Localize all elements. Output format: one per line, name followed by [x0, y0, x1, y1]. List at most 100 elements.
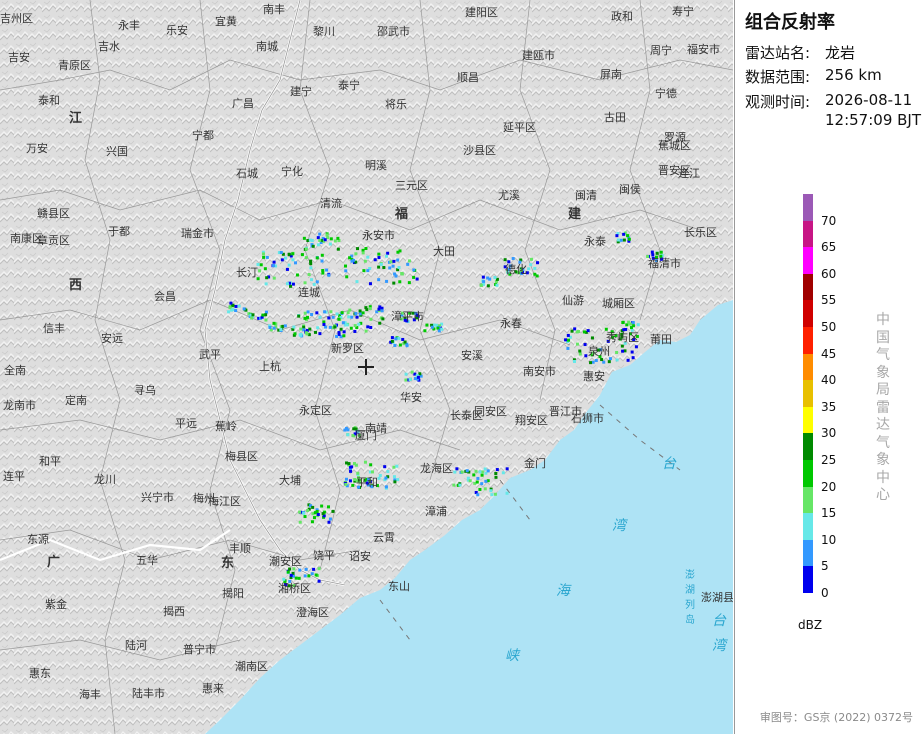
echo-pixel [615, 234, 619, 238]
echo-pixel [348, 308, 352, 312]
echo-pixel [329, 310, 333, 314]
place-label: 东山 [388, 580, 410, 593]
echo-pixel [227, 310, 231, 314]
place-label: 龙海区 [420, 462, 453, 475]
place-label: 揭阳 [222, 587, 244, 600]
echo-pixel [481, 275, 485, 279]
place-label: 晋安区 [658, 164, 691, 177]
radar-map[interactable]: 吉州区 永丰 乐安 宜黄 南丰 黎川 建阳区 政和 寿宁 吉安 吉水 青原区 南城 邵武市 建瓯市 周宁 福安市… [0, 0, 733, 734]
echo-pixel [261, 313, 265, 317]
echo-pixel [318, 332, 322, 336]
echo-pixel [361, 311, 365, 315]
vertical-char: 雷 [876, 399, 890, 416]
place-label: 莆田 [650, 333, 672, 346]
echo-pixel [586, 329, 590, 333]
place-label: 长泰区 [450, 409, 483, 422]
echo-pixel [594, 359, 598, 363]
place-label: 惠东 [29, 667, 51, 680]
map-review-number: 审图号：GS京 (2022) 0372号 [759, 711, 913, 724]
echo-pixel [489, 489, 493, 493]
place-label: 龙南市 [3, 399, 36, 412]
echo-pixel [582, 330, 586, 334]
penghu-char: 湖 [685, 585, 695, 596]
echo-pixel [407, 281, 411, 285]
info-panel: 组合反射率 雷达站名: 龙岩 数据范围: 256 km 观测时间: 2026-0… [734, 0, 924, 734]
radar-center-crosshair-icon [357, 358, 375, 376]
echo-pixel [302, 236, 306, 240]
echo-pixel [566, 346, 570, 350]
time-date: 2026-08-11 [825, 91, 913, 109]
echo-pixel [369, 317, 373, 321]
penghu-char: 澎 [685, 570, 695, 581]
place-label: 闽侯 [619, 183, 641, 196]
scale-swatch-60 [803, 247, 813, 274]
echo-pixel [490, 493, 494, 497]
place-label: 定南 [65, 394, 87, 407]
vertical-char: 国 [876, 329, 890, 346]
vertical-char: 气 [876, 347, 890, 363]
place-label: 石狮市 [571, 412, 604, 425]
echo-pixel [342, 334, 346, 338]
echo-pixel [234, 304, 238, 308]
echo-pixel [474, 469, 478, 473]
place-label: 泉州 [588, 345, 610, 358]
place-label: 章贡区 [37, 234, 70, 247]
echo-pixel [304, 331, 308, 335]
scale-label-20: 20 [821, 479, 837, 494]
province-label: 江 [69, 111, 83, 126]
echo-pixel [264, 282, 268, 286]
echo-pixel [458, 483, 462, 487]
echo-pixel [482, 280, 486, 284]
echo-pixel [327, 273, 331, 277]
echo-pixel [591, 360, 595, 364]
echo-pixel [358, 309, 362, 313]
echo-pixel [583, 343, 587, 347]
echo-pixel [313, 330, 317, 334]
echo-pixel [323, 238, 327, 242]
echo-pixel [369, 325, 373, 329]
echo-pixel [314, 573, 318, 577]
place-label: 潮安区 [269, 555, 302, 568]
echo-pixel [366, 269, 370, 273]
echo-pixel [576, 330, 580, 333]
echo-pixel [363, 460, 367, 464]
place-label: 古田 [604, 111, 626, 124]
place-label: 福安市 [687, 43, 720, 56]
echo-pixel [536, 261, 540, 265]
echo-pixel [320, 504, 324, 508]
echo-pixel [341, 321, 345, 325]
place-label: 广昌 [232, 97, 254, 110]
echo-pixel [472, 473, 476, 477]
echo-pixel [346, 311, 350, 315]
place-label: 紫金 [45, 598, 67, 611]
echo-pixel [393, 343, 397, 347]
place-label: 秀屿区 [606, 331, 639, 344]
scale-swatch-55 [803, 273, 813, 301]
echo-pixel [392, 465, 396, 469]
place-label: 屏南 [600, 68, 622, 81]
echo-pixel [479, 283, 483, 287]
echo-pixel [306, 315, 310, 319]
echo-pixel [279, 327, 283, 331]
station-label: 雷达站名: [745, 44, 811, 62]
echo-pixel [250, 316, 254, 320]
echo-pixel [303, 316, 307, 320]
echo-pixel [283, 324, 287, 328]
echo-pixel [378, 321, 382, 325]
place-label: 信丰 [43, 322, 65, 335]
place-label: 华安 [400, 391, 422, 404]
echo-pixel [351, 434, 355, 438]
echo-pixel [286, 570, 290, 574]
echo-pixel [418, 372, 422, 376]
place-label: 平远 [175, 417, 197, 430]
vertical-char: 达 [876, 417, 890, 433]
echo-pixel [261, 252, 265, 256]
echo-pixel [408, 377, 412, 381]
echo-pixel [229, 301, 233, 305]
scale-label-60: 60 [821, 266, 837, 281]
penghu-islands-label: 澎湖列岛 [684, 568, 696, 628]
echo-pixel [622, 232, 626, 236]
place-label: 龙川 [94, 473, 116, 486]
echo-pixel [336, 247, 340, 251]
echo-pixel [615, 358, 619, 362]
